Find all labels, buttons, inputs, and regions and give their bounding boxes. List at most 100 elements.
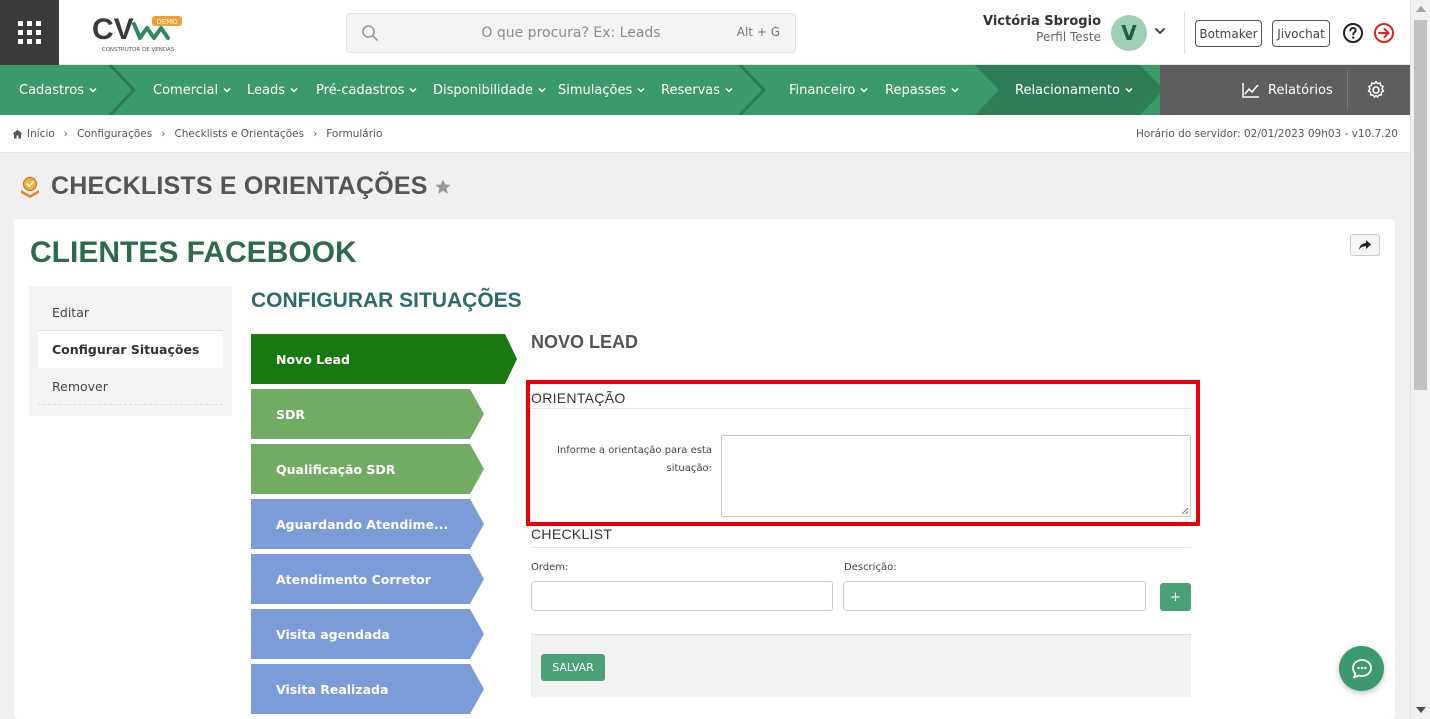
share-arrow-icon [1359,240,1371,250]
breadcrumb-inicio[interactable]: Início [27,128,55,140]
breadcrumb: Início › Configurações › Checklists e Or… [12,128,382,140]
chevron-down-icon [951,87,959,93]
nav-item-financeiro[interactable]: Financeiro [789,65,869,115]
home-icon [12,129,23,139]
logo[interactable]: CV DEMO CONSTRUTOR DE VENDAS [92,12,184,56]
nav-label: Disponibilidade [433,82,534,98]
nav-item-relatorios[interactable]: Relatórios [1242,65,1333,115]
nav-label: Repasses [885,82,946,98]
checklist-divider [531,547,1191,548]
scroll-down-arrow[interactable] [1416,707,1426,713]
step-label: Qualificação SDR [276,461,396,477]
checklist-box-icon [21,176,39,198]
logout-icon[interactable] [1373,22,1395,44]
nav-item-relacionamento[interactable]: Relacionamento [1015,65,1134,115]
step-atendimento-corretor[interactable]: Atendimento Corretor [251,554,521,604]
orientation-divider [531,408,1191,409]
nav-item-simulacoes[interactable]: Simulações [558,65,646,115]
search-shortcut: Alt + G [736,25,780,39]
nav-label: Leads [247,82,286,98]
nav-label: Financeiro [789,82,856,98]
search-box[interactable]: Alt + G [346,13,796,53]
top-header: CV DEMO CONSTRUTOR DE VENDAS Alt + G Vic… [0,0,1410,65]
breadcrumb-formulario: Formulário [326,128,383,140]
share-button[interactable] [1350,234,1380,256]
content-card: CLIENTES FACEBOOK Editar Configurar Situ… [14,219,1395,719]
save-button[interactable]: SALVAR [541,654,605,681]
search-icon [362,25,378,41]
scroll-thumb[interactable] [1414,20,1427,390]
nav-label: Relacionamento [1015,82,1120,98]
chevron-down-icon [409,87,417,93]
side-menu-remover[interactable]: Remover [38,368,223,405]
order-label: Ordem: [531,562,569,573]
side-menu: Editar Configurar Situações Remover [29,286,232,416]
nav-item-comercial[interactable]: Comercial [153,65,232,115]
scroll-up-arrow[interactable] [1416,6,1426,12]
section-title: CONFIGURAR SITUAÇÕES [251,289,522,312]
svg-text:CV: CV [92,13,134,46]
gear-icon[interactable] [1366,80,1386,100]
svg-text:CONSTRUTOR DE VENDAS: CONSTRUTOR DE VENDAS [102,47,175,53]
chat-bubble-icon [1351,658,1372,678]
breadcrumb-separator: › [313,128,318,140]
situation-title: NOVO LEAD [531,332,639,352]
chat-button[interactable] [1339,646,1384,691]
checklist-heading: CHECKLIST [531,526,613,542]
apps-grid-icon [18,21,41,44]
nav-item-pre-cadastros[interactable]: Pré-cadastros [316,65,418,115]
resize-grip-icon[interactable] [1180,506,1189,515]
user-profile: Perfil Teste [1036,30,1101,44]
help-icon[interactable] [1342,22,1364,44]
nav-item-reservas[interactable]: Reservas [661,65,734,115]
step-label: SDR [276,406,306,422]
description-label: Descrição: [844,562,897,573]
nav-label: Pré-cadastros [316,82,405,98]
apps-grid-button[interactable] [0,0,59,65]
nav-label: Comercial [153,82,219,98]
breadcrumb-configuracoes[interactable]: Configurações [77,128,152,140]
nav-item-leads[interactable]: Leads [247,65,299,115]
nav-label: Reservas [661,82,720,98]
step-sdr[interactable]: SDR [251,389,521,439]
orientation-textarea[interactable] [721,435,1191,517]
chevron-down-icon [89,87,97,93]
step-aguardando-atendimento[interactable]: Aguardando Atendime... [251,499,521,549]
page-header: CHECKLISTS E ORIENTAÇÕES [18,172,452,201]
avatar[interactable]: V [1111,15,1147,51]
add-checklist-button[interactable]: + [1160,583,1191,611]
breadcrumb-bar: Início › Configurações › Checklists e Or… [0,115,1410,153]
search-input[interactable] [347,14,795,52]
chevron-down-icon[interactable] [1153,24,1167,38]
jivochat-button[interactable]: Jivochat [1272,20,1330,47]
step-qualificacao-sdr[interactable]: Qualificação SDR [251,444,521,494]
orientation-field-label: Informe a orientação para esta situação: [556,445,712,474]
description-input[interactable] [843,581,1146,611]
breadcrumb-checklists[interactable]: Checklists e Orientações [174,128,304,140]
step-visita-agendada[interactable]: Visita agendada [251,609,521,659]
chevron-down-icon [637,87,645,93]
step-novo-lead[interactable]: Novo Lead [251,334,521,384]
step-label: Aguardando Atendime... [276,516,449,532]
server-time: Horário do servidor: 02/01/2023 09h03 - … [1136,128,1398,140]
nav-divider [1347,70,1348,110]
nav-item-repasses[interactable]: Repasses [885,65,960,115]
step-label: Visita Realizada [276,681,389,697]
chevron-down-icon [860,87,868,93]
chevron-down-icon [290,87,298,93]
order-input[interactable] [531,581,833,611]
side-menu-editar[interactable]: Editar [38,294,223,331]
page-scrollbar[interactable] [1410,0,1430,719]
nav-item-disponibilidade[interactable]: Disponibilidade [433,65,547,115]
nav-item-cadastros[interactable]: Cadastros [19,65,98,115]
star-icon[interactable] [434,178,452,196]
botmaker-button[interactable]: Botmaker [1195,20,1262,47]
user-info[interactable]: Victória Sbrogio Perfil Teste [960,14,1101,44]
step-label: Novo Lead [276,351,350,367]
step-visita-realizada[interactable]: Visita Realizada [251,664,521,714]
side-menu-configurar-situacoes[interactable]: Configurar Situações [38,331,223,368]
orientation-heading: ORIENTAÇÃO [531,390,626,406]
chevron-down-icon [725,87,733,93]
card-title: CLIENTES FACEBOOK [30,236,357,269]
main-nav: Cadastros Comercial Leads Pré-cadastros … [0,65,1410,115]
